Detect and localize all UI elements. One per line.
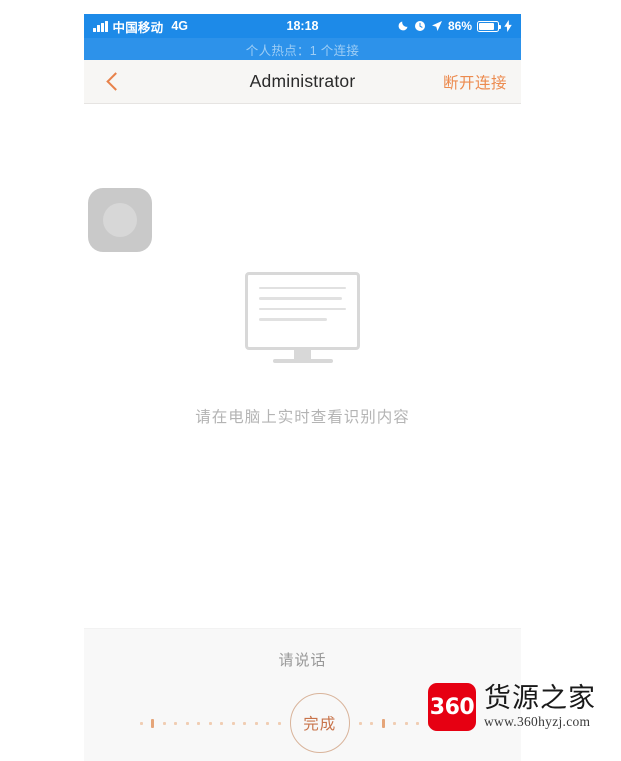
watermark-brand: 货源之家	[484, 682, 596, 714]
speak-prompt: 请说话	[278, 652, 327, 669]
alarm-clock-icon	[414, 20, 426, 32]
empty-state-hint: 请在电脑上实时查看识别内容	[195, 409, 410, 426]
network-type-label: 4G	[171, 19, 188, 33]
waveform-left	[139, 713, 281, 733]
watermark: 360 货源之家 www.360hyzj.com	[428, 683, 596, 731]
empty-state: 请在电脑上实时查看识别内容	[84, 272, 521, 427]
back-button[interactable]	[94, 62, 134, 102]
done-button[interactable]: 完成	[289, 693, 350, 753]
phone-screen: 中国移动 4G 18:18 86% 个人热点：1 个连接 Administrat…	[84, 14, 521, 761]
hotspot-banner[interactable]: 个人热点：1 个连接	[84, 38, 521, 60]
chevron-left-icon	[106, 72, 125, 91]
watermark-text: 货源之家 www.360hyzj.com	[484, 682, 596, 730]
lightning-bolt-icon	[504, 20, 512, 32]
hotspot-banner-label: 个人热点：1 个连接	[245, 43, 360, 58]
signal-bars-icon	[93, 20, 108, 32]
carrier-label: 中国移动	[112, 20, 164, 35]
watermark-logo: 360	[428, 683, 476, 731]
monitor-screen	[245, 272, 360, 350]
desktop-monitor-icon	[245, 272, 360, 363]
avatar-placeholder-icon	[88, 188, 152, 252]
disconnect-button[interactable]: 断开连接	[443, 71, 507, 93]
status-bar: 中国移动 4G 18:18 86%	[84, 14, 521, 38]
status-bar-left: 中国移动 4G	[93, 17, 188, 36]
main-content: 请在电脑上实时查看识别内容	[84, 104, 521, 627]
moon-icon	[397, 20, 409, 32]
battery-percent-label: 86%	[447, 19, 472, 33]
watermark-url: www.360hyzj.com	[484, 714, 591, 730]
monitor-stand-neck	[294, 350, 311, 359]
status-bar-right: 86%	[397, 19, 512, 33]
monitor-stand-base	[272, 359, 333, 363]
location-arrow-icon	[431, 20, 443, 32]
battery-icon	[477, 20, 501, 32]
navigation-bar: Administrator 断开连接	[84, 60, 521, 104]
